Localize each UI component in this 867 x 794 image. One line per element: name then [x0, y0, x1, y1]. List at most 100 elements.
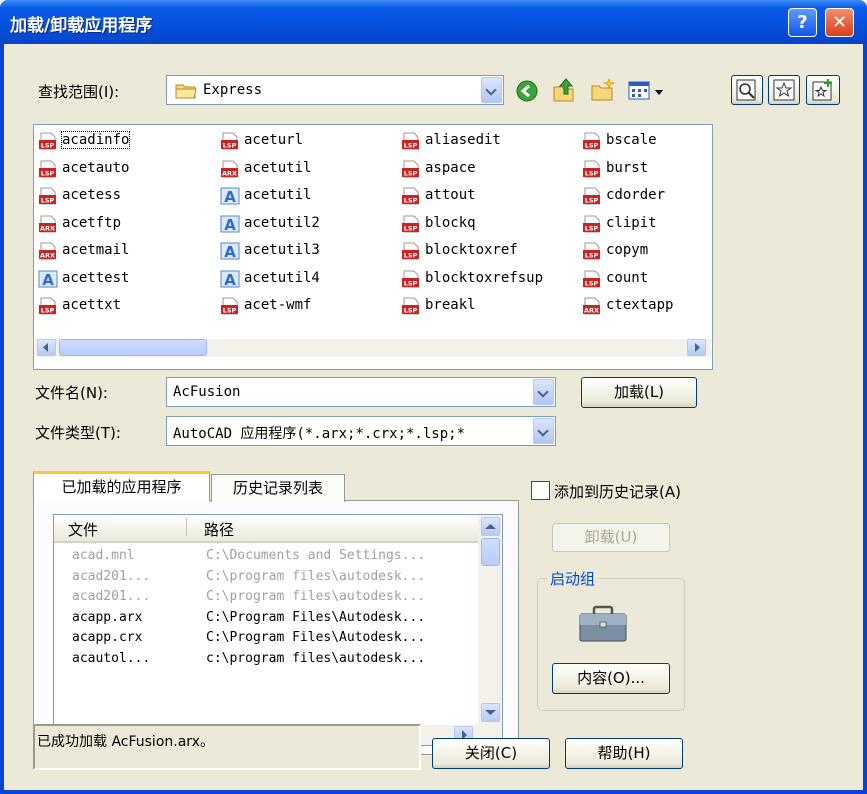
svg-text:LSP: LSP: [41, 142, 55, 150]
lsp-file-icon: LSP: [402, 242, 419, 260]
loaded-apps-list[interactable]: 文件 路径 acad.mnl C:\Documents and Settings.…: [53, 514, 503, 746]
look-in-combo[interactable]: Express: [166, 75, 504, 105]
table-row[interactable]: acautol... c:\program files\autodesk...: [54, 650, 478, 670]
row-path: C:\Program Files\Autodesk...: [206, 630, 426, 645]
svg-text:LSP: LSP: [404, 307, 418, 315]
svg-text:LSP: LSP: [41, 197, 55, 205]
file-name: cdorder: [606, 187, 666, 203]
scroll-thumb[interactable]: [59, 339, 207, 356]
file-name: count: [606, 269, 649, 286]
file-list[interactable]: LSP acadinfo LSP acetauto LSP acetess ARX acetf…: [33, 124, 713, 370]
tab-history-list[interactable]: 历史记录列表: [211, 474, 345, 502]
magnifier-icon: [736, 79, 756, 101]
add-to-history-checkbox[interactable]: [531, 481, 550, 500]
find-file-button[interactable]: [731, 75, 763, 105]
table-row[interactable]: acapp.arx C:\Program Files\Autodesk...: [54, 609, 478, 629]
status-text: 已成功加载 AcFusion.arx。: [37, 734, 214, 750]
add-favorite-icon: [812, 79, 832, 101]
dvb-file-icon: A: [220, 215, 240, 233]
help-button[interactable]: 帮助(H): [565, 738, 683, 769]
file-list-hscrollbar[interactable]: [35, 339, 711, 357]
title-help-button[interactable]: ?: [788, 8, 817, 37]
filetype-dropdown-button[interactable]: [533, 418, 554, 444]
arx-file-icon: ARX: [583, 297, 600, 315]
dialog-client: 查找范围(I): Express LSP acadinfo LSP acetau…: [4, 44, 863, 790]
unload-button[interactable]: 卸载(U): [552, 523, 670, 552]
folder-icon: [175, 84, 197, 99]
tab-loaded-apps[interactable]: 已加载的应用程序: [33, 471, 210, 501]
filename-dropdown-button[interactable]: [533, 379, 554, 405]
file-name: acetutil3: [244, 242, 320, 258]
table-row[interactable]: acad.mnl C:\Documents and Settings...: [54, 547, 478, 567]
file-name: acettest: [62, 269, 130, 286]
favorites-icon: [773, 79, 795, 101]
dvb-file-icon: A: [220, 187, 240, 205]
lsp-file-icon: LSP: [221, 132, 238, 150]
column-file[interactable]: 文件: [68, 519, 98, 540]
lsp-file-icon: LSP: [221, 297, 238, 315]
title-bar[interactable]: 加载/卸载应用程序 ? ✕: [0, 0, 867, 44]
briefcase-icon[interactable]: [578, 605, 628, 643]
file-name: acetutil: [244, 159, 312, 176]
title-close-button[interactable]: ✕: [825, 8, 854, 37]
table-row[interactable]: acapp.crx C:\Program Files\Autodesk...: [54, 629, 478, 649]
look-in-label: 查找范围(I):: [38, 83, 120, 101]
filename-combo[interactable]: AcFusion: [166, 377, 556, 407]
lsp-file-icon: LSP: [583, 215, 600, 232]
filetype-label: 文件类型(T):: [35, 424, 121, 442]
file-name: acetutil: [244, 187, 312, 203]
table-row[interactable]: acad201... C:\program files\autodesk...: [54, 568, 478, 588]
lsp-file-icon: LSP: [39, 160, 56, 177]
file-name: bscale: [606, 132, 657, 148]
lsp-file-icon: LSP: [402, 297, 419, 315]
row-path: C:\program files\autodesk...: [206, 568, 426, 584]
row-file: acautol...: [72, 650, 151, 666]
dvb-file-icon: A: [220, 242, 240, 260]
scroll-up-button[interactable]: [481, 517, 500, 536]
new-folder-icon[interactable]: [590, 78, 616, 102]
favorites-button[interactable]: [768, 75, 800, 105]
svg-text:LSP: LSP: [404, 197, 418, 205]
column-path[interactable]: 路径: [204, 519, 234, 540]
file-name: blockq: [425, 214, 476, 231]
load-button[interactable]: 加载(L): [581, 377, 697, 408]
file-name: aliasedit: [425, 132, 501, 148]
add-to-history-label[interactable]: 添加到历史记录(A): [554, 481, 681, 502]
scroll-right-button[interactable]: [687, 339, 706, 356]
scroll-down-button[interactable]: [481, 703, 500, 722]
row-file: acad201...: [72, 589, 151, 604]
dvb-file-icon: A: [38, 270, 58, 288]
arx-file-icon: ARX: [39, 215, 56, 232]
svg-text:LSP: LSP: [41, 169, 55, 177]
add-to-favorites-button[interactable]: [806, 75, 840, 105]
back-icon[interactable]: [516, 80, 538, 102]
scroll-left-button[interactable]: [37, 339, 56, 356]
svg-text:LSP: LSP: [585, 224, 599, 232]
lsp-file-icon: LSP: [402, 187, 419, 205]
filetype-value: AutoCAD 应用程序(*.arx;*.crx;*.lsp;*: [173, 426, 466, 442]
lsp-file-icon: LSP: [583, 132, 600, 150]
row-file: acad201...: [72, 568, 151, 584]
filetype-combo[interactable]: AutoCAD 应用程序(*.arx;*.crx;*.lsp;*: [166, 416, 556, 446]
row-path: C:\program files\autodesk...: [206, 589, 426, 604]
row-file: acad.mnl: [72, 548, 135, 563]
look-in-dropdown-button[interactable]: [481, 77, 502, 103]
list-vscrollbar[interactable]: [478, 515, 502, 725]
close-button[interactable]: 关闭(C): [432, 738, 550, 769]
file-name: aspace: [425, 159, 476, 176]
svg-text:LSP: LSP: [404, 224, 418, 232]
contents-button[interactable]: 内容(O)...: [552, 663, 670, 694]
file-name: acadinfo: [60, 131, 131, 149]
list-scroll-thumb[interactable]: [481, 538, 500, 566]
lsp-file-icon: LSP: [402, 270, 419, 287]
svg-text:A: A: [224, 216, 236, 233]
views-menu-icon[interactable]: [628, 80, 666, 102]
svg-text:A: A: [224, 271, 236, 288]
window-title: 加载/卸载应用程序: [10, 16, 153, 36]
up-folder-icon[interactable]: [552, 77, 576, 103]
lsp-file-icon: LSP: [402, 160, 419, 177]
table-row[interactable]: acad201... C:\program files\autodesk...: [54, 588, 478, 608]
svg-text:A: A: [224, 188, 236, 205]
file-name: aceturl: [244, 132, 304, 148]
lsp-file-icon: LSP: [402, 215, 419, 232]
